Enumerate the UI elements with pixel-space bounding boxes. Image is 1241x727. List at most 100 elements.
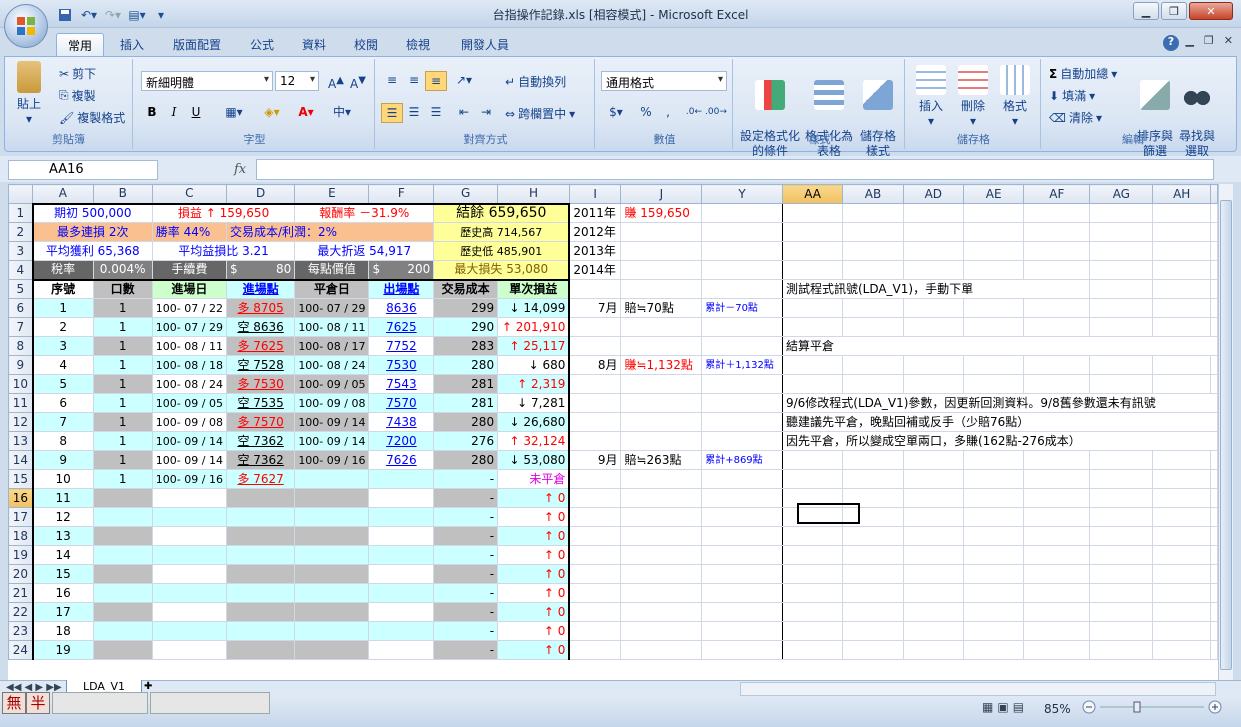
empty-cell[interactable] xyxy=(902,450,965,470)
entry-point-cell[interactable] xyxy=(225,526,296,546)
empty-cell[interactable] xyxy=(701,393,783,413)
quantity-cell[interactable]: 1 xyxy=(92,450,153,470)
entry-point-cell[interactable]: 空 8636 xyxy=(225,317,296,337)
empty-cell[interactable] xyxy=(1089,583,1154,603)
empty-cell[interactable] xyxy=(902,241,965,261)
entry-date-cell[interactable] xyxy=(151,526,227,546)
empty-cell[interactable] xyxy=(1023,260,1091,280)
entry-point-cell[interactable] xyxy=(225,545,296,565)
cell-fee-label[interactable]: 手續費 xyxy=(151,260,227,280)
worksheet[interactable]: A B C D E F G H I J Y AA AB AD AE AF AG AH 1 期初 500,000 損益 ↑… xyxy=(8,184,1218,680)
column-header-d[interactable]: D xyxy=(225,184,296,204)
month-cell[interactable]: 7月 xyxy=(568,298,622,318)
decrease-decimal-icon[interactable]: .00→ xyxy=(705,103,727,123)
close-date-cell[interactable]: 100- 09 / 14 xyxy=(294,412,370,432)
cumulative-cell[interactable]: 累計＋1,132點 xyxy=(701,355,783,375)
pnl-cell[interactable]: ↑ 0 xyxy=(497,583,571,603)
page-layout-view-icon[interactable]: ▣ xyxy=(997,700,1008,714)
empty-cell[interactable] xyxy=(1210,355,1218,375)
pnl-cell[interactable]: ↓ 14,099 xyxy=(497,298,571,318)
close-date-cell[interactable]: 100- 08 / 17 xyxy=(294,336,370,356)
empty-cell[interactable] xyxy=(781,602,844,622)
empty-cell[interactable] xyxy=(1089,203,1154,223)
empty-cell[interactable] xyxy=(568,469,622,489)
align-left-icon[interactable]: ☰ xyxy=(381,103,403,123)
column-header-f[interactable]: F xyxy=(368,184,435,204)
empty-cell[interactable] xyxy=(1210,203,1218,223)
empty-cell[interactable] xyxy=(781,355,844,375)
empty-cell[interactable] xyxy=(962,222,1025,242)
empty-cell[interactable] xyxy=(620,507,703,527)
empty-cell[interactable] xyxy=(1089,621,1154,641)
empty-cell[interactable] xyxy=(568,279,622,299)
entry-date-cell[interactable] xyxy=(151,507,227,527)
row-header[interactable]: 17 xyxy=(8,507,34,527)
ime-mode-indicator[interactable]: 無 xyxy=(2,692,26,714)
empty-cell[interactable] xyxy=(568,488,622,508)
empty-cell[interactable] xyxy=(842,241,904,261)
cell-profit-loss-ratio[interactable]: 平均益損比 3.21 xyxy=(151,241,296,261)
row-header[interactable]: 20 xyxy=(8,564,34,584)
column-header-i[interactable]: I xyxy=(568,184,622,204)
entry-date-cell[interactable]: 100- 09 / 14 xyxy=(151,431,227,451)
empty-cell[interactable] xyxy=(781,488,844,508)
close-date-cell[interactable] xyxy=(294,602,370,622)
fx-icon[interactable]: fx xyxy=(234,162,246,177)
wrap-text-button[interactable]: ↵ 自動換列 xyxy=(505,73,566,90)
borders-icon[interactable]: ▦▾ xyxy=(223,103,245,123)
cost-cell[interactable]: 276 xyxy=(433,431,499,451)
empty-cell[interactable] xyxy=(620,583,703,603)
fill-button[interactable]: ⬇ 填滿 ▾ xyxy=(1049,87,1095,104)
row-header[interactable]: 21 xyxy=(8,583,34,603)
close-date-cell[interactable] xyxy=(294,621,370,641)
empty-cell[interactable] xyxy=(568,545,622,565)
empty-cell[interactable] xyxy=(701,431,783,451)
pnl-cell[interactable]: 未平倉 xyxy=(497,469,571,489)
column-header-c[interactable]: C xyxy=(151,184,227,204)
entry-date-cell[interactable]: 100- 07 / 22 xyxy=(151,298,227,318)
column-header-ag[interactable]: AG xyxy=(1089,184,1154,204)
note-cell[interactable]: 聽建議先平倉，晚點回補或反手（少賠76點） xyxy=(781,412,1218,432)
serial-cell[interactable]: 2 xyxy=(31,317,94,337)
quantity-cell[interactable]: 1 xyxy=(92,393,153,413)
tab-page-layout[interactable]: 版面配置 xyxy=(164,33,230,56)
serial-cell[interactable]: 9 xyxy=(31,450,94,470)
cost-cell[interactable]: - xyxy=(433,507,499,527)
pnl-cell[interactable]: ↑ 0 xyxy=(497,602,571,622)
empty-cell[interactable] xyxy=(1152,317,1211,337)
pnl-cell[interactable]: ↑ 0 xyxy=(497,526,571,546)
empty-cell[interactable] xyxy=(902,526,965,546)
exit-point-cell[interactable] xyxy=(368,602,435,622)
empty-cell[interactable] xyxy=(620,602,703,622)
column-header-ab[interactable]: AB xyxy=(842,184,904,204)
number-format-combo[interactable]: 通用格式 xyxy=(601,71,727,91)
serial-cell[interactable]: 8 xyxy=(31,431,94,451)
empty-cell[interactable] xyxy=(1023,241,1091,261)
quantity-cell[interactable]: 1 xyxy=(92,412,153,432)
column-header-y[interactable]: Y xyxy=(701,184,783,204)
column-header-af[interactable]: AF xyxy=(1023,184,1091,204)
row-header[interactable]: 19 xyxy=(8,545,34,565)
quantity-cell[interactable] xyxy=(92,640,153,660)
empty-cell[interactable] xyxy=(781,222,844,242)
empty-cell[interactable] xyxy=(701,412,783,432)
empty-cell[interactable] xyxy=(620,431,703,451)
empty-cell[interactable] xyxy=(962,564,1025,584)
pnl-cell[interactable]: ↑ 0 xyxy=(497,507,571,527)
cost-cell[interactable]: - xyxy=(433,583,499,603)
entry-date-cell[interactable] xyxy=(151,602,227,622)
phonetic-icon[interactable]: 中▾ xyxy=(331,103,353,123)
zoom-slider[interactable] xyxy=(1082,700,1222,714)
empty-cell[interactable] xyxy=(620,545,703,565)
month-result-cell[interactable]: 賺≒1,132點 xyxy=(620,355,703,375)
cell-year-2013[interactable]: 2013年 xyxy=(568,241,622,261)
entry-date-cell[interactable]: 100- 08 / 24 xyxy=(151,374,227,394)
pnl-cell[interactable]: ↓ 26,680 xyxy=(497,412,571,432)
empty-cell[interactable] xyxy=(1023,488,1091,508)
empty-cell[interactable] xyxy=(701,317,783,337)
empty-cell[interactable] xyxy=(1152,355,1211,375)
cell-historical-high[interactable]: 歷史高 714,567 xyxy=(433,222,571,242)
quantity-cell[interactable] xyxy=(92,545,153,565)
empty-cell[interactable] xyxy=(1152,507,1211,527)
page-break-view-icon[interactable]: ▤ xyxy=(1013,700,1024,714)
